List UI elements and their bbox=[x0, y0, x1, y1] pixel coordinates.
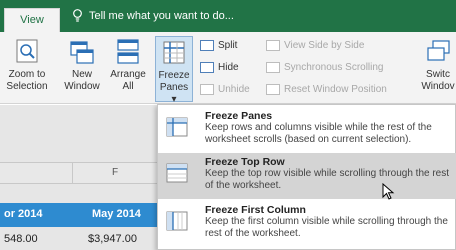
new-window-button[interactable]: New Window bbox=[62, 38, 102, 93]
tell-me-text: Tell me what you want to do... bbox=[89, 9, 234, 22]
mouse-pointer-icon bbox=[382, 183, 395, 200]
unhide-label: Unhide bbox=[218, 84, 250, 95]
hide-icon bbox=[200, 62, 214, 73]
arrange-all-icon bbox=[117, 39, 139, 64]
unhide-button[interactable]: Unhide bbox=[200, 84, 250, 95]
zoom-to-selection-label-2: Selection bbox=[6, 81, 48, 92]
view-side-by-side-button[interactable]: View Side by Side bbox=[266, 40, 364, 51]
synchronous-scrolling-label: Synchronous Scrolling bbox=[284, 62, 384, 73]
view-side-by-side-label: View Side by Side bbox=[284, 40, 365, 51]
column-header-f[interactable]: F bbox=[72, 163, 157, 183]
freeze-top-row-title: Freeze Top Row bbox=[205, 156, 285, 168]
reset-window-position-button[interactable]: Reset Window Position bbox=[266, 84, 387, 95]
ribbon-tab-strip: View Tell me what you want to do... bbox=[0, 0, 456, 32]
synchronous-scrolling-button[interactable]: Synchronous Scrolling bbox=[266, 62, 384, 73]
freeze-panes-label-1: Freeze bbox=[158, 70, 190, 81]
zoom-to-selection-button[interactable]: Zoom to Selection bbox=[2, 38, 52, 93]
reset-window-position-icon bbox=[266, 84, 280, 95]
arrange-all-button[interactable]: Arrange All bbox=[108, 38, 148, 93]
arrange-all-label-1: Arrange bbox=[110, 69, 146, 80]
freeze-panes-option-title: Freeze Panes bbox=[205, 110, 273, 122]
menu-item-freeze-first-column[interactable]: Freeze First Column Keep the first colum… bbox=[158, 201, 456, 247]
sheet-header-row: or 2014 May 2014 bbox=[0, 203, 157, 227]
switch-windows-button[interactable]: Switc Windov bbox=[420, 38, 456, 93]
new-window-label-1: New bbox=[71, 69, 92, 80]
hide-button[interactable]: Hide bbox=[200, 62, 239, 73]
freeze-top-row-icon bbox=[166, 163, 188, 183]
freeze-first-column-description: Keep the first column visible while scro… bbox=[205, 216, 448, 239]
menu-item-freeze-panes[interactable]: Freeze Panes Keep rows and columns visib… bbox=[158, 107, 456, 153]
freeze-panes-menu: Freeze Panes Keep rows and columns visib… bbox=[157, 104, 456, 250]
split-label: Split bbox=[218, 40, 238, 51]
freeze-first-column-icon bbox=[166, 211, 188, 231]
freeze-panes-icon bbox=[163, 41, 185, 64]
lightbulb-icon bbox=[73, 9, 82, 22]
freeze-top-row-description: Keep the top row visible while scrolling… bbox=[205, 168, 450, 191]
zoom-to-selection-icon bbox=[16, 39, 38, 63]
hide-label: Hide bbox=[218, 62, 239, 73]
header-cell-may[interactable]: May 2014 bbox=[92, 208, 141, 220]
switch-windows-label-1: Switc bbox=[426, 69, 450, 80]
switch-windows-label-2: Windov bbox=[421, 81, 455, 92]
header-cell-apr[interactable]: or 2014 bbox=[4, 208, 43, 220]
column-header-bar: F bbox=[0, 162, 157, 184]
freeze-panes-button[interactable]: Freeze Panes ▾ bbox=[155, 36, 193, 105]
new-window-icon bbox=[70, 41, 94, 64]
freeze-panes-label-2: Panes ▾ bbox=[159, 82, 189, 105]
data-cell-apr[interactable]: 548.00 bbox=[4, 233, 38, 245]
reset-window-position-label: Reset Window Position bbox=[284, 84, 387, 95]
switch-windows-icon bbox=[427, 40, 450, 61]
view-side-by-side-icon bbox=[266, 40, 280, 51]
freeze-first-column-title: Freeze First Column bbox=[205, 204, 306, 216]
tell-me-box[interactable]: Tell me what you want to do... bbox=[72, 9, 234, 22]
zoom-to-selection-label-1: Zoom to bbox=[8, 69, 46, 80]
arrange-all-label-2: All bbox=[122, 81, 134, 92]
freeze-panes-option-icon bbox=[166, 117, 188, 137]
new-window-label-2: Window bbox=[64, 81, 100, 92]
freeze-panes-option-description: Keep rows and columns visible while the … bbox=[205, 122, 432, 145]
split-button[interactable]: Split bbox=[200, 40, 237, 51]
split-icon bbox=[200, 40, 214, 51]
synchronous-scrolling-icon bbox=[266, 62, 280, 73]
tab-view[interactable]: View bbox=[4, 8, 60, 32]
ribbon-view: Zoom to Selection New Window Arrange All bbox=[0, 32, 456, 105]
unhide-icon bbox=[200, 84, 214, 95]
data-cell-may[interactable]: $3,947.00 bbox=[88, 233, 137, 245]
menu-item-freeze-top-row[interactable]: Freeze Top Row Keep the top row visible … bbox=[158, 153, 456, 199]
